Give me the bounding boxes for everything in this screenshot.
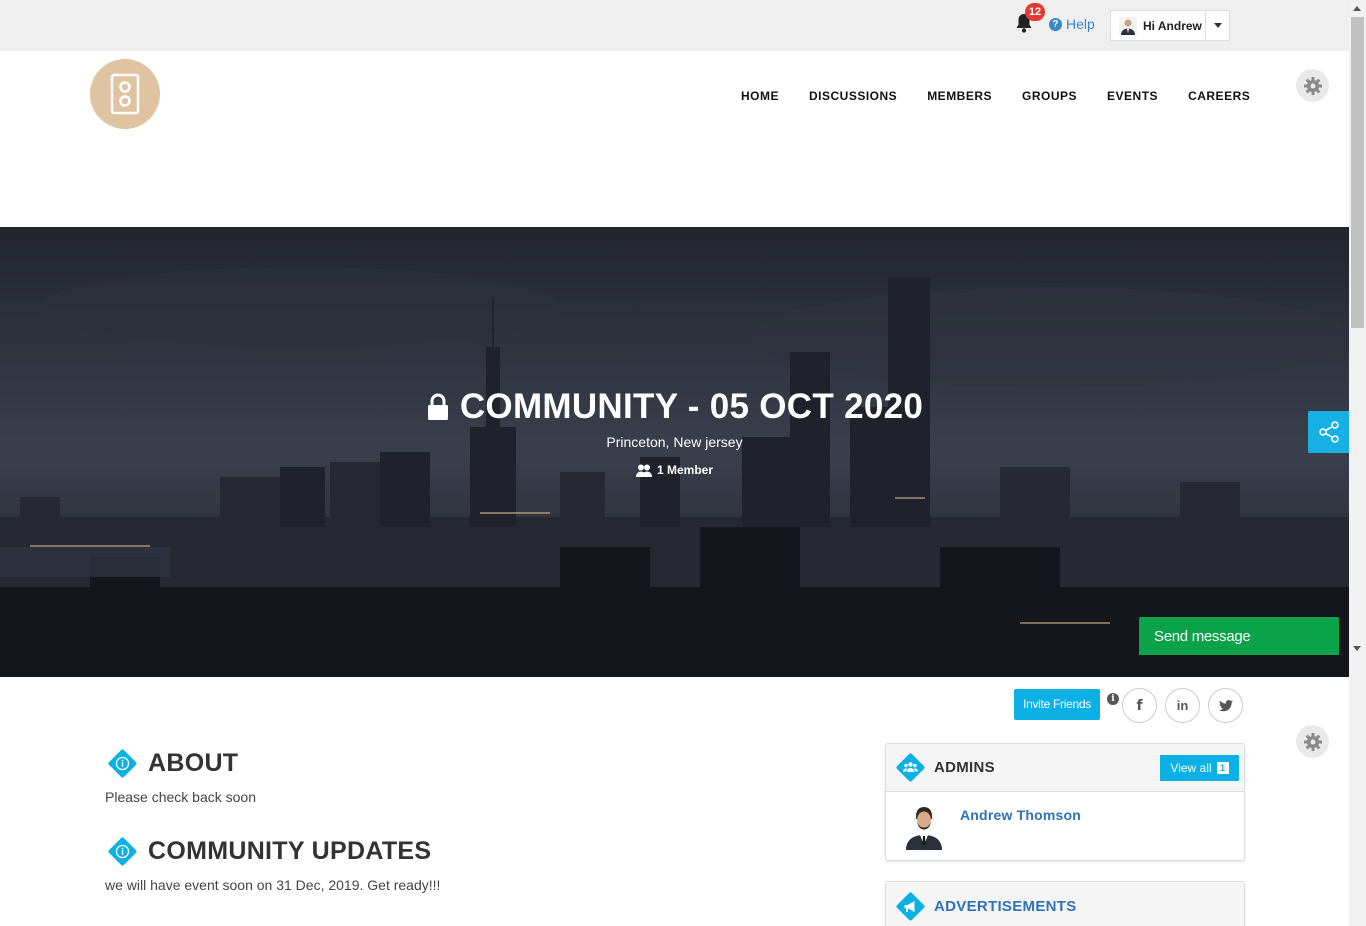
help-link[interactable]: ? Help <box>1049 16 1095 32</box>
scrollbar-thumb[interactable] <box>1351 17 1364 328</box>
user-avatar <box>1119 16 1137 35</box>
share-button[interactable] <box>1308 411 1349 453</box>
advertisements-panel-header: ADVERTISEMENTS <box>886 882 1244 926</box>
settings-gear-icon[interactable] <box>1296 69 1329 102</box>
twitter-share-button[interactable] <box>1208 688 1243 723</box>
view-all-label: View all <box>1170 761 1212 775</box>
twitter-bird-icon <box>1218 699 1233 711</box>
advertisements-title: ADVERTISEMENTS <box>934 897 1077 915</box>
main-navigation: HOME DISCUSSIONS MEMBERS GROUPS EVENTS C… <box>726 88 1265 104</box>
community-updates-heading: COMMUNITY UPDATES <box>105 834 431 869</box>
admins-title: ADMINS <box>934 759 995 776</box>
facebook-share-button[interactable]: f <box>1122 688 1157 723</box>
nav-item-discussions[interactable]: DISCUSSIONS <box>794 88 912 104</box>
city-skyline-illustration <box>0 227 1349 677</box>
advertisements-panel: ADVERTISEMENTS <box>885 881 1245 926</box>
nav-item-home[interactable]: HOME <box>726 88 794 104</box>
scroll-down-arrow-icon[interactable] <box>1353 646 1361 651</box>
member-count[interactable]: 1 Member <box>0 463 1349 477</box>
site-logo[interactable] <box>90 59 160 129</box>
help-label: Help <box>1066 16 1095 32</box>
about-title: ABOUT <box>148 749 239 777</box>
admins-panel-header: ADMINS View all 1 <box>886 744 1244 792</box>
megaphone-diamond-icon <box>893 889 928 924</box>
user-greeting: Hi Andrew <box>1143 18 1202 33</box>
community-updates-title: COMMUNITY UPDATES <box>148 837 432 865</box>
question-circle-icon: ? <box>1049 17 1062 31</box>
nav-item-careers[interactable]: CAREERS <box>1173 88 1265 104</box>
caret-down-icon[interactable] <box>1205 11 1229 40</box>
community-location: Princeton, New jersey <box>606 434 743 450</box>
linkedin-share-button[interactable]: in <box>1165 688 1200 723</box>
nav-item-groups[interactable]: GROUPS <box>1007 88 1092 104</box>
admins-panel: ADMINS View all 1 Andrew Thomson <box>885 743 1245 861</box>
community-updates-text: we will have event soon on 31 Dec, 2019.… <box>105 877 441 893</box>
community-title-text: COMMUNITY - 05 OCT 2020 <box>459 387 924 426</box>
invite-friends-button[interactable]: Invite Friends <box>1014 689 1100 720</box>
send-message-button[interactable]: Send message <box>1139 617 1339 655</box>
share-nodes-icon <box>1318 421 1339 443</box>
info-diamond-icon <box>105 834 140 869</box>
lock-icon <box>427 393 448 420</box>
view-all-admins-button[interactable]: View all 1 <box>1160 755 1239 781</box>
admin-list-item[interactable]: Andrew Thomson <box>886 792 1244 860</box>
users-diamond-icon <box>893 750 928 785</box>
about-heading: ABOUT <box>105 746 238 781</box>
scroll-up-arrow-icon[interactable] <box>1353 6 1361 11</box>
settings-gear-icon-2[interactable] <box>1296 725 1329 758</box>
info-icon[interactable]: i <box>1107 693 1119 705</box>
admin-name-link[interactable]: Andrew Thomson <box>960 807 1081 823</box>
admin-avatar[interactable] <box>902 802 946 850</box>
nav-item-events[interactable]: EVENTS <box>1092 88 1173 104</box>
admin-count-badge: 1 <box>1216 762 1229 774</box>
nav-item-members[interactable]: MEMBERS <box>912 88 1007 104</box>
linkedin-icon: in <box>1176 698 1189 713</box>
facebook-icon: f <box>1136 697 1143 714</box>
member-count-text: 1 Member <box>656 463 714 477</box>
community-title: COMMUNITY - 05 OCT 2020 <box>0 387 1349 427</box>
notification-count-badge: 12 <box>1025 3 1045 21</box>
about-text: Please check back soon <box>105 789 256 805</box>
info-diamond-icon <box>105 746 140 781</box>
users-icon <box>635 464 652 477</box>
user-menu-button[interactable]: Hi Andrew <box>1110 10 1230 41</box>
hero-banner: COMMUNITY - 05 OCT 2020 Princeton, New j… <box>0 227 1349 677</box>
